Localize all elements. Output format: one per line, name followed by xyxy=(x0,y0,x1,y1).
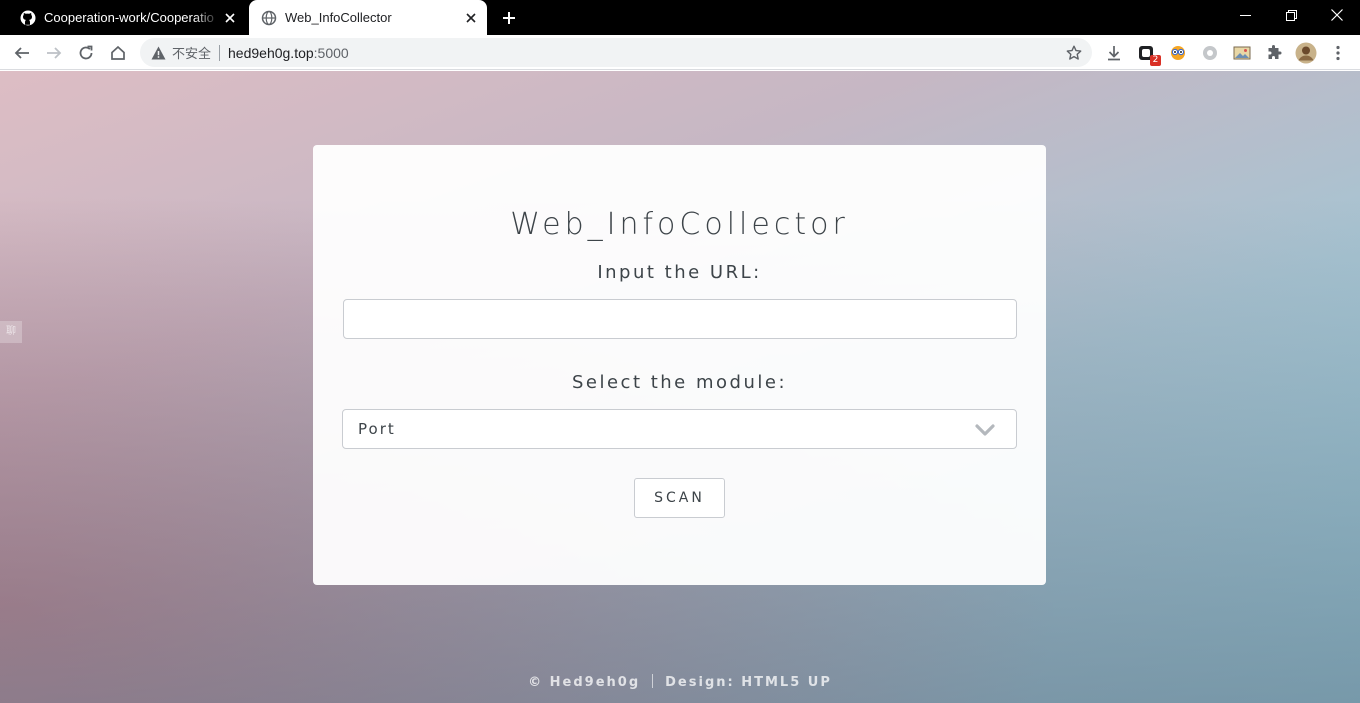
close-icon xyxy=(1331,9,1343,21)
download-button[interactable] xyxy=(1104,43,1124,63)
scan-button[interactable]: SCAN xyxy=(634,478,725,518)
warning-icon[interactable] xyxy=(150,45,166,61)
notification-badge: 2 xyxy=(1150,55,1161,66)
tab-github[interactable]: Cooperation-work/Cooperatio xyxy=(8,0,246,35)
home-button[interactable] xyxy=(104,39,132,67)
profile-avatar[interactable] xyxy=(1294,41,1318,65)
minimize-icon xyxy=(1239,14,1251,16)
close-tab-icon[interactable] xyxy=(461,8,481,28)
back-arrow-icon xyxy=(14,47,29,59)
footer-copyright: © Hed9eh0g xyxy=(528,675,641,690)
extension-gray-icon xyxy=(1203,46,1217,60)
module-selected-value: Port xyxy=(358,420,396,438)
extension-image-button[interactable] xyxy=(1232,43,1252,63)
extensions-menu-button[interactable] xyxy=(1264,43,1284,63)
extension-image-icon xyxy=(1233,46,1251,60)
browser-toolbar: 不安全 hed9eh0g.top:5000 2 xyxy=(0,35,1360,70)
footer: © Hed9eh0g Design: HTML5 UP xyxy=(0,674,1360,690)
tab-web-infocollector[interactable]: Web_InfoCollector xyxy=(249,0,487,35)
forward-button[interactable] xyxy=(40,39,68,67)
new-tab-button[interactable] xyxy=(498,7,520,29)
restore-button[interactable] xyxy=(1268,0,1314,30)
url-host: hed9eh0g.top xyxy=(228,44,314,61)
close-tab-icon[interactable] xyxy=(220,8,240,28)
forward-arrow-icon xyxy=(47,47,62,59)
extension-gray-button[interactable] xyxy=(1200,43,1220,63)
github-icon xyxy=(20,10,36,26)
reload-icon xyxy=(79,45,93,60)
close-window-button[interactable] xyxy=(1314,0,1360,30)
minimize-button[interactable] xyxy=(1222,0,1268,30)
back-button[interactable] xyxy=(8,39,36,67)
globe-icon xyxy=(261,10,277,26)
home-icon xyxy=(111,45,125,60)
extension-eyes-button[interactable] xyxy=(1168,43,1188,63)
address-bar[interactable]: 不安全 hed9eh0g.top:5000 xyxy=(140,38,1092,67)
more-vertical-icon xyxy=(1336,45,1340,61)
bookmark-star-icon[interactable] xyxy=(1064,43,1084,63)
page-title: Web_InfoCollector xyxy=(510,207,849,242)
download-icon xyxy=(1108,46,1120,61)
puzzle-icon xyxy=(1268,45,1282,59)
chevron-down-icon xyxy=(974,420,996,440)
reload-button[interactable] xyxy=(72,39,100,67)
page-background: 聊 Web_InfoCollector Input the URL: Selec… xyxy=(0,71,1360,703)
extension-badge-button[interactable]: 2 xyxy=(1136,43,1161,66)
security-label[interactable]: 不安全 xyxy=(172,43,211,62)
tab-title: Cooperation-work/Cooperatio xyxy=(44,10,214,25)
url-port: :5000 xyxy=(313,44,349,61)
extension-eyes-icon xyxy=(1171,46,1185,60)
url-input[interactable] xyxy=(343,299,1017,339)
browser-menu-button[interactable] xyxy=(1328,43,1348,63)
side-floating-tab[interactable]: 聊 xyxy=(0,321,22,343)
footer-divider xyxy=(652,674,654,688)
scan-form-card: Web_InfoCollector Input the URL: Select … xyxy=(313,145,1046,585)
module-label: Select the module: xyxy=(571,372,788,393)
tab-title: Web_InfoCollector xyxy=(285,10,392,25)
module-select[interactable]: Port xyxy=(342,409,1017,449)
divider xyxy=(219,44,221,61)
footer-design-link[interactable]: Design: HTML5 UP xyxy=(665,675,832,690)
restore-icon xyxy=(1285,9,1297,21)
plus-icon xyxy=(503,12,515,24)
tab-strip: Cooperation-work/Cooperatio Web_InfoColl… xyxy=(0,0,1360,35)
url-label: Input the URL: xyxy=(597,262,762,283)
